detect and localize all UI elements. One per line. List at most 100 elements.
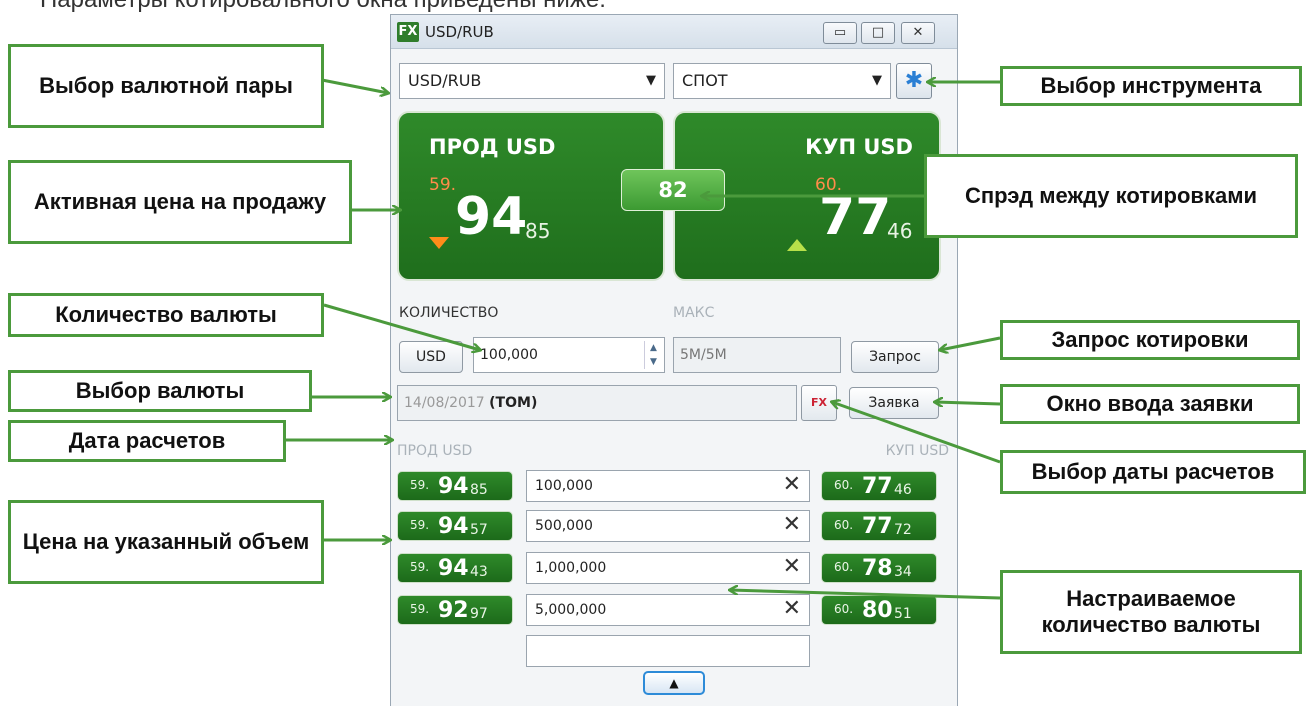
chevron-down-icon: ▼ [646, 73, 656, 88]
close-icon[interactable]: ✕ [783, 511, 801, 539]
quantity-label: КОЛИЧЕСТВО [399, 305, 499, 321]
callout-pair: Выбор валютной пары [8, 44, 324, 128]
collapse-toggle[interactable]: ▲ [643, 671, 705, 695]
ladder-sell-price[interactable]: 59. 94 57 [397, 511, 513, 541]
ladder-sell-price[interactable]: 59. 94 43 [397, 553, 513, 583]
callout-request: Запрос котировки [1000, 320, 1300, 360]
ladder-qty-input[interactable]: 5,000,000 ✕ [526, 594, 810, 626]
callout-date-select: Выбор даты расчетов [1000, 450, 1306, 494]
instrument-value: СПОТ [682, 71, 728, 90]
close-icon[interactable]: ✕ [783, 595, 801, 623]
price-small: 59. [410, 560, 430, 574]
currency-pair-value: USD/RUB [408, 71, 482, 90]
callout-currency: Выбор валюты [8, 370, 312, 412]
price-small: 59. [410, 478, 430, 492]
price-big: 78 [862, 556, 893, 581]
stepper-down-icon[interactable]: ▼ [645, 355, 662, 369]
price-pips: 34 [894, 564, 912, 580]
settlement-date-field: 14/08/2017 (TOM) [397, 385, 797, 421]
gear-icon: ✱ [904, 68, 924, 93]
ladder-qty-input[interactable]: 100,000 ✕ [526, 470, 810, 502]
price-big: 92 [438, 598, 469, 623]
instrument-select[interactable]: СПОТ ▼ [673, 63, 891, 99]
settings-button[interactable]: ✱ [896, 63, 932, 99]
max-label: МАКС [673, 305, 715, 321]
price-pips: 85 [470, 482, 488, 498]
ladder-buy-header: КУП USD [885, 443, 949, 459]
settlement-date: 14/08/2017 [404, 395, 485, 411]
ladder-sell-price[interactable]: 59. 92 97 [397, 595, 513, 625]
ladder-sell-header: ПРОД USD [397, 443, 473, 459]
buy-pips: 46 [887, 219, 913, 243]
sell-big-figure: 59. [429, 175, 457, 195]
price-pips: 51 [894, 606, 912, 622]
callout-order: Окно ввода заявки [1000, 384, 1300, 424]
currency-pair-select[interactable]: USD/RUB ▼ [399, 63, 665, 99]
buy-figure: 77 [819, 187, 892, 247]
ladder-buy-price[interactable]: 60. 80 51 [821, 595, 937, 625]
price-big: 94 [438, 556, 469, 581]
max-field: 5M/5M [673, 337, 841, 373]
callout-instrument: Выбор инструмента [1000, 66, 1302, 106]
callout-custom-qty: Настраиваемое количество валюты [1000, 570, 1302, 654]
ladder-qty-input[interactable]: 1,000,000 ✕ [526, 552, 810, 584]
ladder-qty-value: 1,000,000 [535, 560, 607, 576]
price-pips: 72 [894, 522, 912, 538]
sell-pips: 85 [525, 219, 551, 243]
price-up-icon [787, 239, 807, 251]
quantity-input[interactable]: 100,000 ▲ ▼ [473, 337, 665, 373]
ladder-qty-value: 500,000 [535, 518, 593, 534]
callout-sell-price: Активная цена на продажу [8, 160, 352, 244]
minimize-button[interactable]: ▭ [823, 22, 857, 44]
callout-quantity: Количество валюты [8, 293, 324, 337]
price-small: 59. [410, 518, 430, 532]
price-small: 59. [410, 602, 430, 616]
price-big: 94 [438, 514, 469, 539]
stepper-up-icon[interactable]: ▲ [645, 341, 662, 355]
close-icon[interactable]: ✕ [783, 553, 801, 581]
callout-date: Дата расчетов [8, 420, 286, 462]
request-quote-button[interactable]: Запрос [851, 341, 939, 373]
ladder-qty-input[interactable]: 500,000 ✕ [526, 510, 810, 542]
order-button[interactable]: Заявка [849, 387, 939, 419]
quantity-stepper[interactable]: ▲ ▼ [644, 341, 662, 369]
ladder-qty-value: 100,000 [535, 478, 593, 494]
price-small: 60. [834, 518, 854, 532]
currency-button[interactable]: USD [399, 341, 463, 373]
price-small: 60. [834, 560, 854, 574]
calendar-icon[interactable]: FX [801, 385, 837, 421]
price-big: 94 [438, 474, 469, 499]
ladder-buy-price[interactable]: 60. 77 46 [821, 471, 937, 501]
price-down-icon [429, 237, 449, 249]
arrow-pair [321, 78, 388, 93]
ladder-qty-value: 5,000,000 [535, 602, 607, 618]
intro-text: Параметры котировального окна приведены … [40, 0, 606, 14]
price-pips: 46 [894, 482, 912, 498]
price-small: 60. [834, 478, 854, 492]
settlement-tenor: (TOM) [489, 395, 538, 411]
maximize-button[interactable]: □ [861, 22, 895, 44]
spread-badge: 82 [621, 169, 725, 211]
callout-volume-price: Цена на указанный объем [8, 500, 324, 584]
ladder-buy-price[interactable]: 60. 78 34 [821, 553, 937, 583]
price-pips: 43 [470, 564, 488, 580]
title-bar: FX USD/RUB ▭ □ ✕ [391, 15, 957, 49]
ladder-buy-price[interactable]: 60. 77 72 [821, 511, 937, 541]
buy-header: КУП USD [805, 135, 913, 159]
window-title: USD/RUB [425, 23, 494, 41]
chevron-down-icon: ▼ [872, 73, 882, 88]
fx-quote-window: FX USD/RUB ▭ □ ✕ USD/RUB ▼ СПОТ ▼ ✱ ПРОД… [390, 14, 958, 706]
price-pips: 57 [470, 522, 488, 538]
quantity-value: 100,000 [480, 347, 538, 363]
price-big: 77 [862, 514, 893, 539]
sell-figure: 94 [455, 187, 528, 247]
ladder-new-qty-input[interactable] [526, 635, 810, 667]
close-icon[interactable]: ✕ [783, 471, 801, 499]
fx-logo-icon: FX [397, 22, 419, 42]
ladder-sell-price[interactable]: 59. 94 85 [397, 471, 513, 501]
sell-header: ПРОД USD [429, 135, 556, 159]
price-small: 60. [834, 602, 854, 616]
callout-spread: Спрэд между котировками [924, 154, 1298, 238]
price-big: 80 [862, 598, 893, 623]
close-button[interactable]: ✕ [901, 22, 935, 44]
